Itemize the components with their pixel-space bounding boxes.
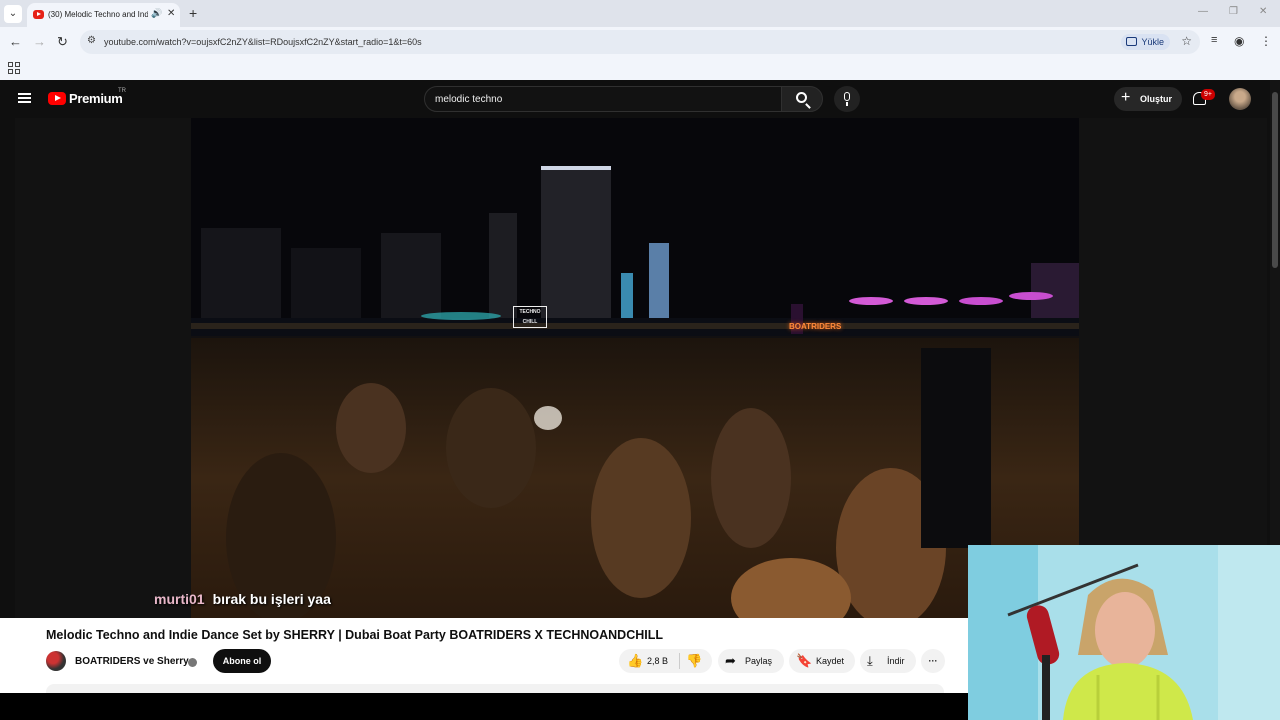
create-button[interactable]: + Oluştur: [1114, 87, 1182, 111]
restore-icon[interactable]: ❐: [1229, 6, 1238, 17]
share-arrow-icon: ➦: [725, 653, 736, 668]
share-label: Paylaş: [745, 656, 773, 666]
search-icon: [796, 92, 807, 103]
voice-search-button[interactable]: [834, 86, 860, 112]
tab-close-icon[interactable]: ✕: [167, 8, 175, 19]
minimize-icon[interactable]: —: [1198, 6, 1208, 17]
notification-badge: 9+: [1201, 89, 1215, 100]
bookmark-star-icon[interactable]: ☆: [1181, 34, 1192, 48]
download-label: İndir: [887, 656, 905, 666]
like-divider: [679, 653, 680, 669]
logo-text: Premium: [69, 91, 123, 106]
bookmark-icon: 🔖: [796, 653, 813, 668]
avatar[interactable]: [1229, 88, 1251, 110]
channel-name[interactable]: BOATRIDERS ve Sherry: [75, 656, 189, 667]
address-bar[interactable]: ⚙ youtube.com/watch?v=oujsxfC2nZY&list=R…: [80, 30, 1200, 54]
tab-title: (30) Melodic Techno and Indie: [48, 10, 148, 19]
search-button[interactable]: [781, 86, 823, 112]
youtube-play-icon: [48, 92, 66, 105]
microphone-icon: [844, 92, 850, 106]
download-icon: ⤓: [867, 653, 873, 668]
chat-overlay: murti01 bırak bu işleri yaa: [154, 591, 331, 607]
techno-chill-sign: TECHNO CHILL: [513, 306, 547, 328]
search-value: melodic techno: [435, 94, 503, 105]
chat-username: murti01: [154, 591, 205, 607]
profile-icon[interactable]: ◉: [1234, 34, 1244, 48]
install-app-button[interactable]: Yükle: [1121, 34, 1170, 50]
apps-grid-icon[interactable]: [8, 62, 20, 74]
browser-nav-bar: ← → ↻ ⚙ youtube.com/watch?v=oujsxfC2nZY&…: [0, 27, 1280, 57]
video-frame[interactable]: TECHNO CHILL BOATRIDERS: [191, 118, 1079, 618]
subscribe-button[interactable]: Abone ol: [213, 649, 271, 673]
thumbs-down-icon[interactable]: 👎: [686, 649, 702, 673]
share-button[interactable]: ➦ Paylaş: [718, 649, 784, 673]
webcam-overlay: [968, 545, 1280, 720]
install-label: Yükle: [1141, 37, 1164, 47]
browser-tab[interactable]: (30) Melodic Techno and Indie 🔊 ✕: [27, 3, 180, 27]
install-icon: [1126, 37, 1138, 46]
like-count[interactable]: 2,8 B: [647, 649, 668, 673]
new-tab-icon[interactable]: +: [189, 5, 197, 21]
reload-icon[interactable]: ↻: [57, 34, 68, 50]
video-title: Melodic Techno and Indie Dance Set by SH…: [46, 628, 663, 642]
tab-search-icon[interactable]: ⌄: [4, 5, 22, 23]
browser-tab-bar: ⌄ (30) Melodic Techno and Indie 🔊 ✕ + — …: [0, 0, 1280, 27]
chat-message: bırak bu işleri yaa: [212, 591, 331, 607]
more-actions-button[interactable]: ···: [921, 649, 945, 673]
youtube-favicon-icon: [33, 10, 44, 19]
site-info-icon[interactable]: ⚙: [87, 35, 96, 46]
scrollbar-thumb[interactable]: [1272, 92, 1278, 268]
url-text: youtube.com/watch?v=oujsxfC2nZY&list=RDo…: [104, 37, 422, 47]
like-dislike-group: 👍 2,8 B 👎: [619, 649, 712, 673]
save-button[interactable]: 🔖 Kaydet: [789, 649, 855, 673]
youtube-header: Premium TR melodic techno + Oluştur 9+: [0, 80, 1270, 118]
bottom-overlay: [0, 693, 968, 720]
menu-kebab-icon[interactable]: ⋮: [1260, 34, 1272, 48]
save-label: Kaydet: [816, 656, 845, 666]
dubai-boat-party-scene: [191, 118, 1079, 618]
streamer-webcam-scene: [968, 545, 1280, 720]
hamburger-menu-icon[interactable]: [18, 93, 31, 103]
channel-avatar[interactable]: [46, 651, 66, 671]
video-player[interactable]: TECHNO CHILL BOATRIDERS: [15, 118, 1267, 618]
region-code: TR: [118, 88, 126, 94]
bookmarks-bar: [0, 57, 1280, 80]
forward-icon[interactable]: →: [33, 34, 46, 49]
back-icon[interactable]: ←: [9, 34, 22, 49]
speaker-icon[interactable]: 🔊: [151, 8, 162, 19]
search-input[interactable]: melodic techno: [424, 86, 782, 112]
close-window-icon[interactable]: ✕: [1259, 6, 1267, 17]
verified-icon: [188, 658, 197, 667]
media-control-icon[interactable]: ≡: [1211, 34, 1217, 46]
boatriders-neon-sign: BOATRIDERS: [789, 322, 842, 331]
create-label: Oluştur: [1140, 94, 1173, 104]
more-icon: ···: [928, 656, 938, 666]
thumbs-up-icon[interactable]: 👍: [627, 649, 643, 673]
plus-icon: +: [1121, 89, 1131, 106]
download-button[interactable]: ⤓ İndir: [860, 649, 916, 673]
